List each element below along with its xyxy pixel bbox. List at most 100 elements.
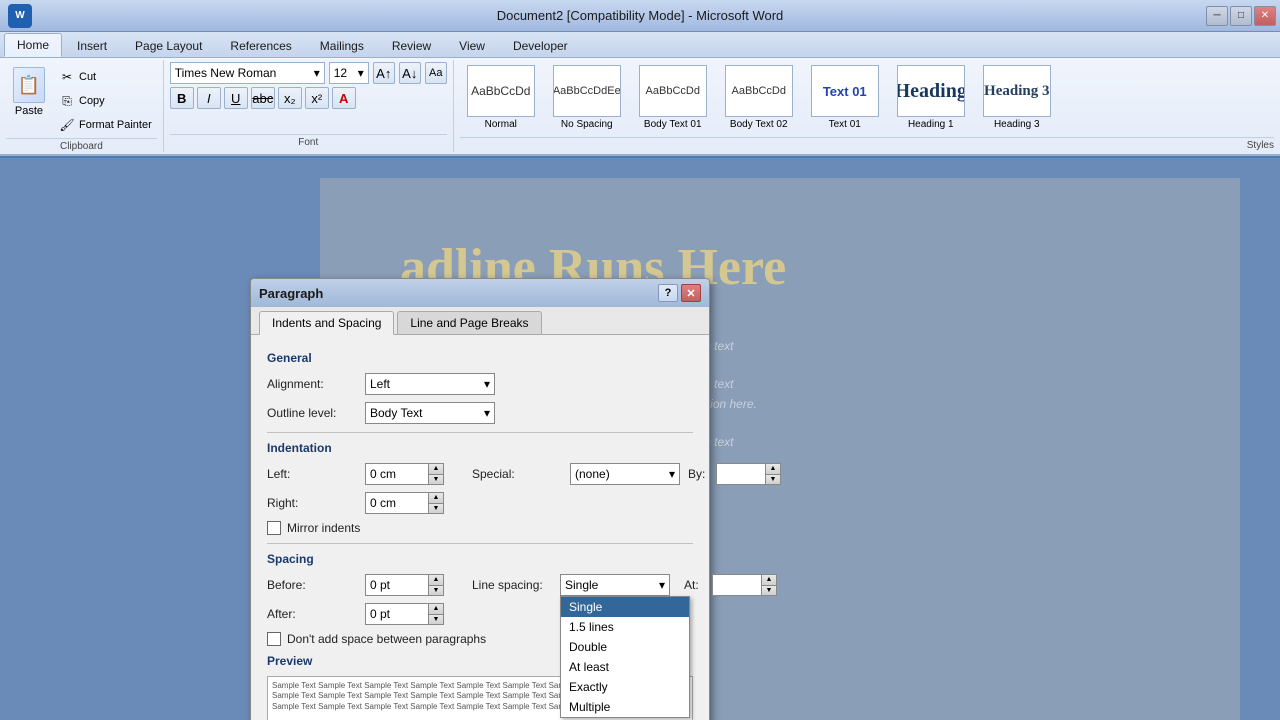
dialog-title-bar: Paragraph ? ✕ xyxy=(251,279,709,307)
format-painter-button[interactable]: 🖌 Format Painter xyxy=(54,114,157,136)
left-indent-down[interactable]: ▼ xyxy=(429,475,443,485)
before-up[interactable]: ▲ xyxy=(429,575,443,586)
superscript-button[interactable]: x² xyxy=(305,87,329,109)
font-label: Font xyxy=(170,134,447,150)
increase-font-button[interactable]: A↑ xyxy=(373,62,395,84)
style-text-01-label: Text 01 xyxy=(829,119,861,130)
by-value[interactable] xyxy=(716,463,766,485)
tab-references[interactable]: References xyxy=(217,34,304,57)
outline-level-row: Outline level: Body Text ▾ xyxy=(267,402,693,424)
subscript-button[interactable]: x₂ xyxy=(278,87,302,109)
font-row-1: Times New Roman ▾ 12 ▾ A↑ A↓ Aa xyxy=(170,62,447,84)
at-value[interactable] xyxy=(712,574,762,596)
right-indent-up[interactable]: ▲ xyxy=(429,493,443,504)
style-heading-1[interactable]: Heading Heading 1 xyxy=(890,62,972,133)
alignment-dropdown[interactable]: Left ▾ xyxy=(365,373,495,395)
style-heading-3-preview: Heading 3 xyxy=(983,65,1051,117)
italic-button[interactable]: I xyxy=(197,87,221,109)
close-button[interactable]: ✕ xyxy=(1254,6,1276,26)
copy-button[interactable]: ⎘ Copy xyxy=(54,90,157,112)
style-body-text-01[interactable]: AaBbCcDd Body Text 01 xyxy=(632,62,714,133)
right-indent-value[interactable]: 0 cm xyxy=(365,492,429,514)
maximize-button[interactable]: □ xyxy=(1230,6,1252,26)
divider-1 xyxy=(267,432,693,433)
tab-view[interactable]: View xyxy=(446,34,498,57)
dropdown-item-1-5[interactable]: 1.5 lines xyxy=(561,617,689,637)
cut-button[interactable]: ✂ Cut xyxy=(54,66,157,88)
style-heading-3[interactable]: Heading 3 Heading 3 xyxy=(976,62,1058,133)
by-up[interactable]: ▲ xyxy=(766,464,780,475)
by-label: By: xyxy=(688,467,708,481)
dropdown-item-single[interactable]: Single xyxy=(561,597,689,617)
dropdown-item-double[interactable]: Double xyxy=(561,637,689,657)
dropdown-item-exactly[interactable]: Exactly xyxy=(561,677,689,697)
clipboard-label: Clipboard xyxy=(6,138,157,154)
style-heading-1-label: Heading 1 xyxy=(908,119,954,130)
style-normal-label: Normal xyxy=(485,119,517,130)
font-name-dropdown[interactable]: Times New Roman ▾ xyxy=(170,62,325,84)
dropdown-item-multiple[interactable]: Multiple xyxy=(561,697,689,717)
style-normal[interactable]: AaBbCcDd Normal xyxy=(460,62,542,133)
paste-button[interactable]: 📋 Paste xyxy=(6,62,52,122)
at-down[interactable]: ▼ xyxy=(762,586,776,596)
style-text-01-preview: Text 01 xyxy=(811,65,879,117)
line-spacing-dropdown[interactable]: Single ▾ xyxy=(560,574,670,596)
tab-insert[interactable]: Insert xyxy=(64,34,120,57)
strikethrough-button[interactable]: abc xyxy=(251,87,275,109)
document-area: adline Runs Here Delete text and insert … xyxy=(0,158,1280,720)
tab-developer[interactable]: Developer xyxy=(500,34,581,57)
tab-home[interactable]: Home xyxy=(4,33,62,57)
dialog-title: Paragraph xyxy=(259,286,323,301)
left-indent-spinners: ▲ ▼ xyxy=(429,463,444,485)
change-case-button[interactable]: Aa xyxy=(425,62,447,84)
tab-review[interactable]: Review xyxy=(379,34,444,57)
decrease-font-button[interactable]: A↓ xyxy=(399,62,421,84)
font-group: Times New Roman ▾ 12 ▾ A↑ A↓ Aa B I U ab… xyxy=(164,60,454,152)
by-spinners: ▲ ▼ xyxy=(766,463,781,485)
underline-button[interactable]: U xyxy=(224,87,248,109)
before-spacing-row: Before: 0 pt ▲ ▼ Line spacing: Singl xyxy=(267,574,693,596)
style-no-spacing-label: No Spacing xyxy=(561,119,613,130)
tab-page-layout[interactable]: Page Layout xyxy=(122,34,215,57)
styles-group: AaBbCcDd Normal AaBbCcDdEe No Spacing Aa… xyxy=(454,60,1280,152)
right-indent-down[interactable]: ▼ xyxy=(429,504,443,514)
style-text-01[interactable]: Text 01 Text 01 xyxy=(804,62,886,133)
before-down[interactable]: ▼ xyxy=(429,586,443,596)
style-body-text-02[interactable]: AaBbCcDd Body Text 02 xyxy=(718,62,800,133)
dialog-help-button[interactable]: ? xyxy=(658,284,678,302)
right-indent-row: Right: 0 cm ▲ ▼ xyxy=(267,492,693,514)
dialog-tab-line-page-breaks[interactable]: Line and Page Breaks xyxy=(397,311,541,334)
before-value[interactable]: 0 pt xyxy=(365,574,429,596)
dialog-close-button[interactable]: ✕ xyxy=(681,284,701,302)
font-color-button[interactable]: A xyxy=(332,87,356,109)
dialog-body: General Alignment: Left ▾ Outline level:… xyxy=(251,335,709,720)
after-up[interactable]: ▲ xyxy=(429,604,443,615)
font-size-dropdown[interactable]: 12 ▾ xyxy=(329,62,369,84)
dont-add-space-checkbox[interactable] xyxy=(267,632,281,646)
general-header: General xyxy=(267,351,693,365)
style-no-spacing-preview: AaBbCcDdEe xyxy=(553,65,621,117)
at-up[interactable]: ▲ xyxy=(762,575,776,586)
outline-level-dropdown[interactable]: Body Text ▾ xyxy=(365,402,495,424)
after-down[interactable]: ▼ xyxy=(429,615,443,625)
tab-mailings[interactable]: Mailings xyxy=(307,34,377,57)
mirror-indents-label: Mirror indents xyxy=(287,521,360,535)
mirror-indents-checkbox[interactable] xyxy=(267,521,281,535)
left-indent-up[interactable]: ▲ xyxy=(429,464,443,475)
before-label: Before: xyxy=(267,578,357,592)
dialog-tab-indents-spacing[interactable]: Indents and Spacing xyxy=(259,311,394,335)
left-indent-value[interactable]: 0 cm xyxy=(365,463,429,485)
style-no-spacing[interactable]: AaBbCcDdEe No Spacing xyxy=(546,62,628,133)
minimize-button[interactable]: ─ xyxy=(1206,6,1228,26)
bold-button[interactable]: B xyxy=(170,87,194,109)
dropdown-item-at-least[interactable]: At least xyxy=(561,657,689,677)
by-down[interactable]: ▼ xyxy=(766,475,780,485)
at-spinners: ▲ ▼ xyxy=(762,574,777,596)
style-heading-1-preview: Heading xyxy=(897,65,965,117)
at-label: At: xyxy=(684,578,704,592)
special-dropdown[interactable]: (none) ▾ xyxy=(570,463,680,485)
title-bar: W Document2 [Compatibility Mode] - Micro… xyxy=(0,0,1280,32)
app-icon: W xyxy=(8,4,32,28)
after-value[interactable]: 0 pt xyxy=(365,603,429,625)
clipboard-content: 📋 Paste ✂ Cut ⎘ Copy 🖌 Format Painter xyxy=(6,62,157,136)
